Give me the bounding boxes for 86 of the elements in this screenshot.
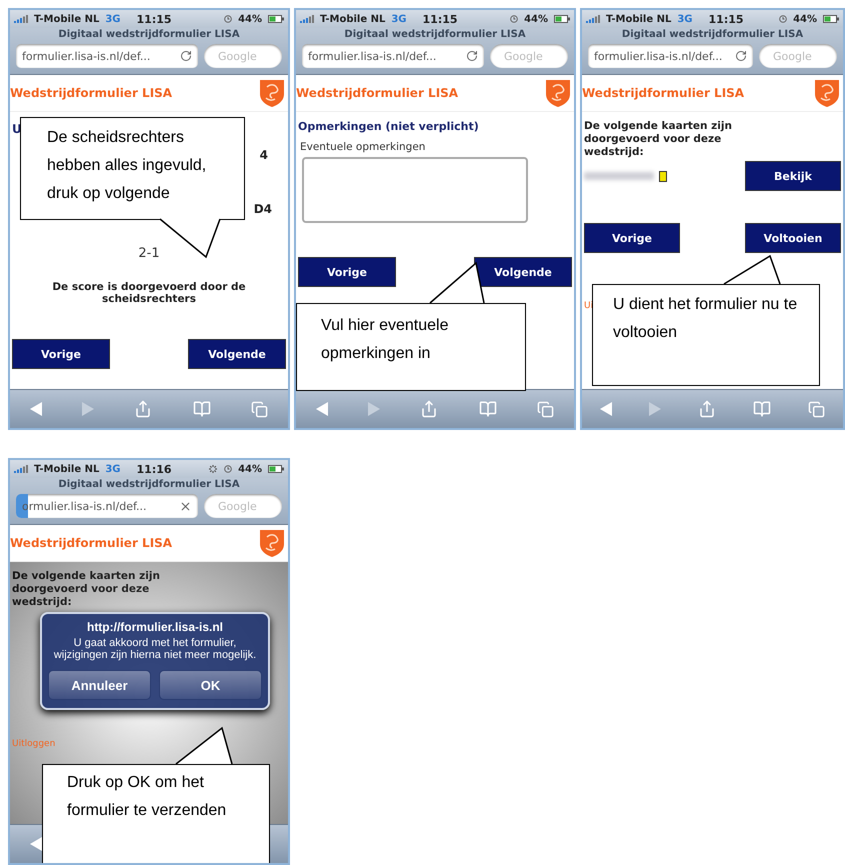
network-text: 3G (391, 14, 407, 24)
signal-bars-icon (586, 15, 600, 23)
share-icon[interactable] (698, 400, 716, 418)
blurred-name (584, 172, 654, 180)
tabs-icon[interactable] (536, 400, 554, 418)
page-title: Digitaal wedstrijdformulier LISA (57, 478, 241, 492)
site-title: Wedstrijdformulier LISA (296, 86, 458, 100)
bookmarks-icon[interactable] (192, 400, 211, 418)
time-text: 11:15 (422, 12, 458, 26)
penalty-card-icon (659, 170, 667, 182)
shield-logo-icon (544, 78, 572, 108)
dialog-title: http://formulier.lisa-is.nl (86, 620, 223, 634)
site-title: Wedstrijdformulier LISA (582, 86, 744, 100)
battery-icon (268, 15, 284, 23)
callout-tail (159, 219, 221, 259)
address-field[interactable]: formulier.lisa-is.nl/def... (588, 44, 753, 68)
carrier-text: T-Mobile NL (34, 464, 100, 474)
shield-logo-icon (813, 78, 841, 108)
battery-icon (823, 15, 839, 23)
address-field[interactable]: formulier.lisa-is.nl/def... (302, 44, 484, 68)
network-text: 3G (105, 464, 121, 474)
callout-tail (175, 728, 233, 766)
site-title: Wedstrijdformulier LISA (10, 86, 172, 100)
nav-button[interactable]: Vorige (584, 223, 680, 254)
nav-button[interactable]: Voltooien (745, 223, 841, 254)
nav-button[interactable]: Volgende (474, 257, 572, 287)
signal-bars-icon (14, 465, 28, 473)
dialog-message: U gaat akkoord met het formulier, wijzigingen zijn hierna niet meer mogelijk. (52, 637, 258, 661)
carrier-text: T-Mobile NL (34, 14, 100, 24)
network-text: 3G (105, 14, 121, 24)
reload-icon[interactable] (180, 50, 192, 62)
nav-button[interactable]: Vorige (12, 339, 110, 369)
page-title: Digitaal wedstrijdformulier LISA (343, 28, 527, 42)
text-fragment: 4 (260, 148, 268, 162)
intro-text: De volgende kaarten zijn doorgevoerd voor deze wedstrijd: (583, 120, 733, 160)
clock-icon (224, 15, 232, 23)
carrier-text: T-Mobile NL (606, 14, 672, 24)
callout-tail (429, 263, 485, 305)
view-button[interactable]: Bekijk (745, 161, 841, 192)
battery-text: 44% (238, 14, 262, 24)
close-icon[interactable] (179, 500, 192, 512)
battery-icon (554, 15, 570, 23)
page-title: Digitaal wedstrijdformulier LISA (57, 28, 241, 42)
dialog-button[interactable]: OK (159, 670, 262, 700)
page-title: Digitaal wedstrijdformulier LISA (620, 28, 804, 42)
network-text: 3G (677, 14, 693, 24)
time-text: 11:15 (136, 12, 172, 26)
reload-icon[interactable] (735, 50, 747, 62)
reload-icon[interactable] (466, 50, 478, 62)
tabs-icon[interactable] (808, 400, 825, 418)
clock-icon (224, 465, 232, 473)
callout-tail (723, 256, 781, 286)
site-title: Wedstrijdformulier LISA (10, 536, 172, 550)
share-icon[interactable] (420, 400, 438, 418)
forward-icon[interactable] (649, 402, 662, 416)
share-icon[interactable] (134, 400, 152, 418)
carrier-text: T-Mobile NL (320, 14, 386, 24)
time-text: 11:16 (136, 462, 172, 476)
activity-spinner-icon (208, 464, 218, 474)
remarks-field[interactable] (302, 157, 528, 223)
text-fragment: D4 (254, 202, 272, 216)
score-text: 2-1 (137, 246, 161, 261)
nav-button[interactable]: Vorige (298, 257, 396, 287)
address-field[interactable]: formulier.lisa-is.nl/def... (16, 44, 198, 68)
clock-icon (510, 15, 518, 23)
section-heading: Opmerkingen (niet verplicht) (297, 120, 480, 133)
shield-logo-icon (258, 528, 286, 558)
signal-bars-icon (300, 15, 314, 23)
bookmarks-icon[interactable] (478, 400, 497, 418)
bookmarks-icon[interactable] (752, 400, 771, 418)
battery-icon (268, 465, 284, 473)
nav-button[interactable]: Volgende (188, 339, 286, 369)
score-message: De score is doorgevoerd door de scheidsrechters (51, 281, 247, 305)
signal-bars-icon (14, 15, 28, 23)
forward-icon[interactable] (82, 402, 94, 416)
time-text: 11:15 (708, 12, 744, 26)
forward-icon[interactable] (368, 402, 380, 416)
battery-text: 44% (524, 14, 548, 24)
field-label: Eventuele opmerkingen (299, 140, 426, 155)
battery-text: 44% (793, 14, 817, 24)
tabs-icon[interactable] (250, 400, 268, 418)
dialog-button[interactable]: Annuleer (48, 670, 151, 700)
intro-text: De volgende kaarten zijn doorgevoerd voor deze wedstrijd: (11, 570, 161, 610)
shield-logo-icon (258, 78, 286, 108)
clock-icon (779, 15, 788, 23)
battery-text: 44% (238, 464, 262, 474)
